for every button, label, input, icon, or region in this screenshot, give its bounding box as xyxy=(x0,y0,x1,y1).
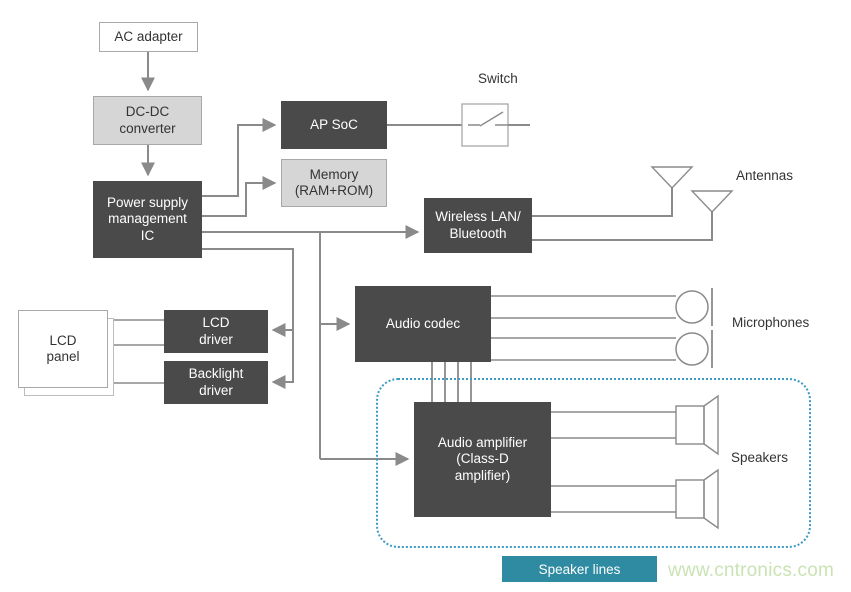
antenna-icon-1 xyxy=(650,166,694,190)
speaker-lines-legend-label: Speaker lines xyxy=(538,561,621,577)
block-lcd_driver[interactable]: LCD driver xyxy=(164,310,268,353)
microphone-icon-1 xyxy=(675,290,709,324)
block-ap_soc[interactable]: AP SoC xyxy=(281,101,387,149)
switch-blade xyxy=(468,111,530,127)
edge-driver-bus-to-backlight xyxy=(271,330,294,389)
block-psm_ic[interactable]: Power supply management IC xyxy=(93,181,202,258)
block-wlan_bt[interactable]: Wireless LAN/ Bluetooth xyxy=(424,198,532,253)
label-switch_label: Switch xyxy=(478,71,518,86)
label-speakers_label: Speakers xyxy=(731,450,789,465)
block-audio_codec[interactable]: Audio codec xyxy=(355,286,491,362)
label-antennas_label: Antennas xyxy=(736,168,794,183)
speaker-lines-legend[interactable]: Speaker lines xyxy=(502,556,657,582)
block-memory[interactable]: Memory (RAM+ROM) xyxy=(281,159,387,207)
label-microphones_label: Microphones xyxy=(732,315,810,330)
edge-psm-to-apsoc xyxy=(202,118,277,197)
edge-wlan-to-antenna-1 xyxy=(532,188,673,217)
block-backlight[interactable]: Backlight driver xyxy=(164,361,268,404)
antenna-icon-2 xyxy=(690,190,734,214)
watermark: www.cntronics.com xyxy=(668,560,834,581)
block-dc_dc[interactable]: DC-DC converter xyxy=(93,96,202,145)
microphone-icon-2 xyxy=(675,332,709,366)
block-lcd_panel[interactable]: LCD panel xyxy=(18,310,108,388)
block-audio_amp[interactable]: Audio amplifier (Class-D amplifier) xyxy=(414,402,551,517)
block-ac_adapter[interactable]: AC adapter xyxy=(99,22,198,52)
block-diagram-canvas: AC adapter DC-DC converter Power supply ma… xyxy=(0,0,851,592)
